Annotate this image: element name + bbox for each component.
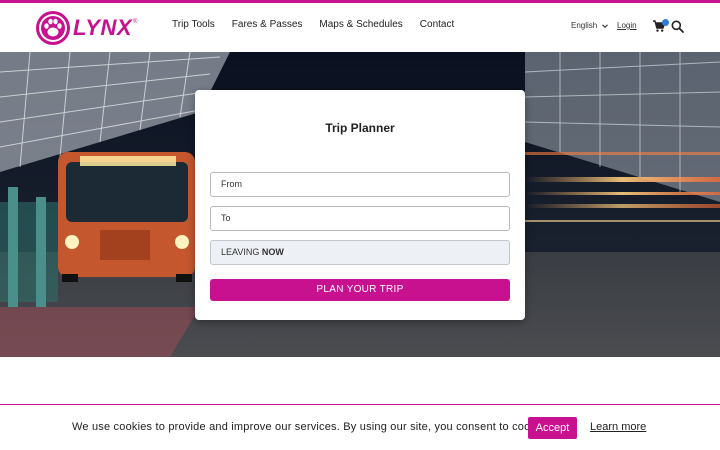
- from-input[interactable]: From: [210, 172, 510, 197]
- leaving-time-selector[interactable]: LEAVING NOW: [210, 240, 510, 265]
- leaving-prefix: LEAVING: [221, 247, 260, 257]
- accept-cookies-button[interactable]: Accept: [528, 417, 577, 439]
- nav-contact[interactable]: Contact: [420, 19, 454, 30]
- plan-your-trip-button[interactable]: PLAN YOUR TRIP: [210, 279, 510, 301]
- trip-planner-card: Trip Planner From To LEAVING NOW PLAN YO…: [195, 90, 525, 320]
- brand-name: LYNX: [73, 15, 133, 40]
- login-link[interactable]: Login: [617, 21, 637, 30]
- search-icon[interactable]: [671, 20, 684, 33]
- chevron-down-icon: [602, 23, 609, 28]
- language-selector[interactable]: English: [571, 21, 609, 30]
- site-header: LYNX ® Trip Tools Fares & Passes Maps & …: [0, 3, 720, 52]
- nav-trip-tools[interactable]: Trip Tools: [172, 19, 215, 30]
- registered-mark: ®: [133, 19, 138, 25]
- nav-maps-schedules[interactable]: Maps & Schedules: [319, 19, 402, 30]
- language-label: English: [571, 21, 598, 30]
- lynx-logo[interactable]: LYNX ®: [36, 11, 137, 45]
- cookie-message: We use cookies to provide and improve ou…: [72, 421, 555, 433]
- to-input[interactable]: To: [210, 206, 510, 231]
- cookie-banner: We use cookies to provide and improve ou…: [0, 404, 720, 450]
- trip-planner-title: Trip Planner: [325, 121, 395, 135]
- cart-badge: [662, 19, 669, 26]
- paw-icon: [36, 11, 70, 45]
- nav-fares-passes[interactable]: Fares & Passes: [232, 19, 303, 30]
- main-nav: Trip Tools Fares & Passes Maps & Schedul…: [172, 19, 471, 30]
- leaving-value: NOW: [261, 247, 284, 257]
- learn-more-link[interactable]: Learn more: [590, 421, 646, 433]
